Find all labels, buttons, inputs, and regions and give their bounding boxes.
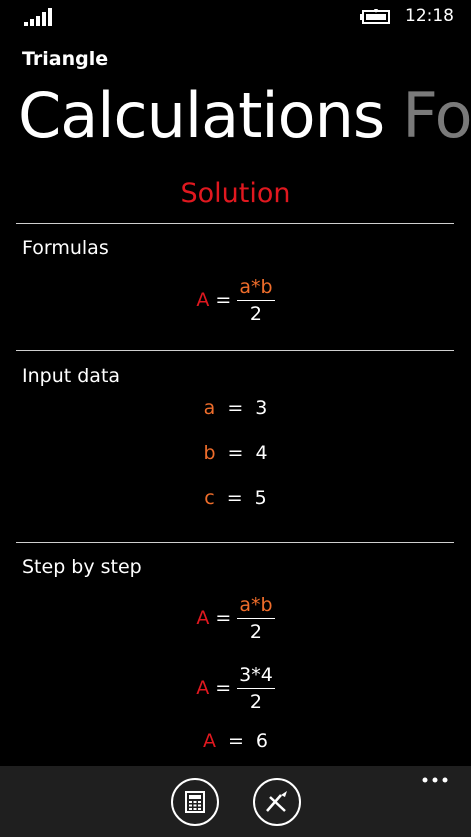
step-denominator: 2: [249, 690, 262, 713]
pivot-tab-formulas[interactable]: Formulas: [402, 76, 471, 156]
input-row-a: a = 3: [0, 393, 471, 423]
result-value: 6: [255, 730, 268, 752]
calculator-button[interactable]: [171, 778, 219, 826]
step-denominator: 2: [249, 620, 262, 643]
status-bar: 12:18: [0, 0, 471, 34]
input-row-b: b = 4: [0, 438, 471, 468]
step-lhs: A: [196, 607, 210, 629]
divider: [16, 350, 454, 351]
formula-denominator: 2: [249, 302, 262, 325]
input-equals: =: [227, 397, 244, 419]
app-bar: [0, 766, 471, 837]
result-lhs: A: [202, 730, 216, 752]
section-label-formulas: Formulas: [22, 237, 109, 259]
formula-equals: =: [215, 289, 232, 311]
input-value: 4: [255, 442, 268, 464]
input-equals: =: [226, 487, 243, 509]
input-var: b: [203, 442, 216, 464]
formula-numerator: a*b: [237, 276, 275, 301]
clear-icon: [266, 791, 287, 812]
more-dots-icon[interactable]: [420, 774, 450, 786]
formula-area: A = a*b 2: [0, 272, 471, 328]
divider: [16, 542, 454, 543]
signal-strength-icon: [24, 8, 52, 26]
status-clock: 12:18: [405, 6, 454, 26]
step-numerator: a*b: [237, 594, 275, 619]
input-value: 5: [254, 487, 267, 509]
input-var: a: [203, 397, 216, 419]
calculator-icon: [185, 791, 205, 813]
step-fraction: 3*4 2: [237, 664, 275, 713]
step-1: A = a*b 2: [0, 590, 471, 646]
step-lhs: A: [196, 677, 210, 699]
result-equals: =: [227, 730, 244, 752]
step-2: A = 3*4 2: [0, 660, 471, 716]
step-numerator: 3*4: [237, 664, 275, 689]
battery-charging-icon: [360, 9, 390, 24]
divider: [16, 223, 454, 224]
step-equals: =: [215, 677, 232, 699]
formula-fraction: a*b 2: [237, 276, 275, 325]
pivot-tab-calculations[interactable]: Calculations: [18, 76, 385, 156]
clear-button[interactable]: [253, 778, 301, 826]
section-label-step-by-step: Step by step: [22, 556, 142, 578]
formula-lhs: A: [196, 289, 210, 311]
app-title: Triangle: [22, 48, 109, 70]
section-label-input-data: Input data: [22, 365, 121, 387]
input-value: 3: [255, 397, 268, 419]
input-var: c: [204, 487, 215, 509]
solution-title: Solution: [180, 178, 291, 209]
step-equals: =: [215, 607, 232, 629]
step-fraction: a*b 2: [237, 594, 275, 643]
input-equals: =: [227, 442, 244, 464]
step-result: A = 6: [0, 726, 471, 756]
input-row-c: c = 5: [0, 483, 471, 513]
pivot-header: CalculationsFormulas: [18, 76, 471, 156]
